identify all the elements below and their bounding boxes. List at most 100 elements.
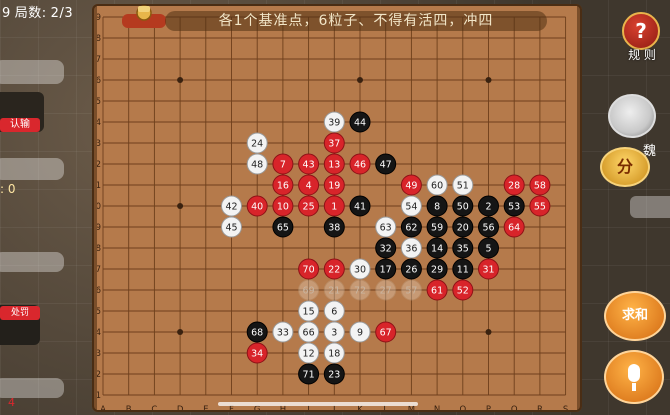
stone-number: 40 [251,202,263,213]
stone-number: 55 [534,202,546,213]
stone-number: 49 [405,181,417,192]
stone-number: 71 [303,370,315,381]
star-point [485,329,492,335]
resign-button[interactable]: 认输 [0,118,40,132]
row-label: 14 [97,118,101,128]
col-label: E [203,405,208,410]
stone-number: 69 [303,286,315,297]
stone-number: 67 [380,328,392,339]
scrollbar[interactable] [218,402,418,406]
stone-number: 10 [277,202,289,213]
left-panel-top [0,60,64,84]
stone-number: 37 [328,139,340,150]
col-label: P [486,405,491,410]
row-label: 16 [97,76,101,86]
row-label: 2 [97,370,101,380]
stone-number: 16 [277,181,289,192]
stone-number: 62 [405,223,417,234]
stone-number: 58 [534,181,546,192]
game-info: 9 局数: 2/3 [2,2,77,21]
board-grid[interactable]: 19181716151413121110987654321ABCDEFGHIJK… [97,6,577,410]
stone-number: 47 [380,160,392,171]
left-panel-bottom [0,378,64,398]
stone-number: 4 [306,181,312,192]
row-label: 15 [97,97,101,107]
row-label: 1 [97,391,101,401]
row-label: 6 [97,286,101,296]
stone-number: 44 [354,118,366,129]
stone-number: 39 [328,118,340,129]
left-panel-mid [0,158,64,180]
stone-number: 63 [380,223,392,234]
col-label: A [100,405,106,410]
stone-number: 66 [303,328,315,339]
row-label: 3 [97,349,101,359]
row-label: 5 [97,307,101,317]
col-label: D [177,405,184,410]
stone-number: 56 [482,223,494,234]
stone-number: 61 [431,286,443,297]
stone-number: 65 [277,223,289,234]
stone-number: 54 [405,202,417,213]
stone-number: 52 [457,286,469,297]
stone-number: 59 [431,223,443,234]
rule-banner: 各1个基准点，6粒子、不得有活四，冲四 [165,11,547,31]
rules-label: 规 则 [628,48,656,62]
request-draw-button[interactable]: 求和 [604,291,666,341]
stone-number: 29 [431,265,443,276]
stone-number: 60 [431,181,443,192]
stone-number: 20 [457,223,469,234]
stone-number: 5 [485,244,491,255]
stone-number: 2 [485,202,491,213]
col-label: R [537,405,543,410]
go-board[interactable]: 19181716151413121110987654321ABCDEFGHIJK… [97,6,577,410]
stone-number: 48 [251,160,263,171]
col-label: Q [511,405,518,410]
score-badge: 分 [600,147,650,187]
penalty-tag: 处罚 [0,306,40,320]
stone-number: 28 [508,181,520,192]
stone-number: 30 [354,265,366,276]
left-panel-lower [0,252,64,272]
stone-number: 50 [457,202,469,213]
row-label: 10 [97,202,101,212]
microphone-stand [632,383,636,391]
stone-number: 14 [431,244,443,255]
stone-number: 21 [328,286,340,297]
stone-number: 9 [357,328,363,339]
row-label: 12 [97,160,101,170]
stone-number: 45 [225,223,237,234]
stone-number: 1 [331,202,337,213]
stone-number: 38 [328,223,340,234]
stone-number: 33 [277,328,289,339]
row-label: 17 [97,55,101,65]
stone-number: 26 [405,265,417,276]
stone-number: 35 [457,244,469,255]
col-label: C [151,405,157,410]
stone-number: 42 [225,202,237,213]
stone-number: 13 [328,160,340,171]
stone-number: 12 [303,349,315,360]
stone-number: 19 [328,181,340,192]
stone-number: 34 [251,349,263,360]
white-stone-bowl[interactable] [608,94,656,138]
stone-number: 25 [303,202,315,213]
star-point [357,77,363,83]
microphone-button[interactable] [604,350,664,404]
star-point [177,329,184,335]
rules-button[interactable]: ? 规 则 [618,12,662,62]
stone-number: 36 [405,244,417,255]
right-panel-bar [630,196,670,218]
row-label: 7 [97,265,101,275]
row-label: 18 [97,34,101,44]
star-point [485,77,492,83]
stone-number: 23 [328,370,340,381]
row-label: 11 [97,181,101,191]
stone-number: 70 [303,265,315,276]
row-label: 8 [97,244,101,254]
stone-number: 51 [457,181,469,192]
col-label: N [434,405,440,410]
stone-number: 43 [303,160,315,171]
left-score: : 0 [0,182,16,196]
stone-number: 68 [251,328,263,339]
